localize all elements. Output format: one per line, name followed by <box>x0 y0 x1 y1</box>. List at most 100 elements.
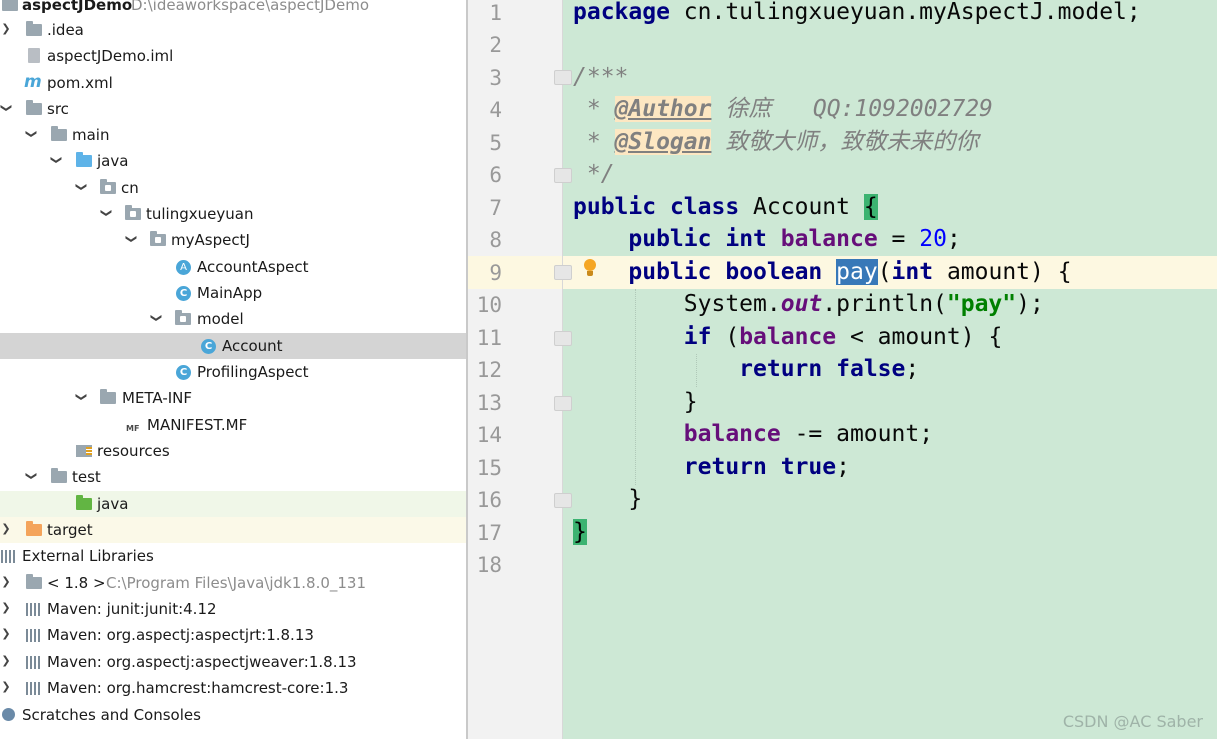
chevron-right-icon[interactable]: ❯ <box>0 654 12 668</box>
chevron-right-icon[interactable]: ❯ <box>0 575 12 589</box>
tree-row-resources[interactable]: resources <box>0 438 466 464</box>
chevron-right-icon[interactable]: ❯ <box>0 522 12 536</box>
chevron-down-icon[interactable]: ❯ <box>74 181 88 193</box>
line-number: 9 <box>489 261 502 285</box>
chevron-down-icon[interactable]: ❯ <box>74 391 88 403</box>
code-line-4: * @Author 徐庶 QQ:1092002729 <box>573 96 993 122</box>
tree-row-src[interactable]: ❯ src <box>0 96 466 122</box>
tree-item-label: target <box>47 521 93 539</box>
tree-item-label: myAspectJ <box>171 231 250 249</box>
line-number: 13 <box>476 391 502 415</box>
line-number: 16 <box>476 488 502 512</box>
folder-icon <box>51 468 67 483</box>
tree-row-myaspectj[interactable]: ❯ myAspectJ <box>0 227 466 253</box>
line-number: 18 <box>476 553 502 577</box>
code-line-11: if (balance < amount) { <box>683 324 1003 350</box>
tree-row-mainapp[interactable]: C MainApp <box>0 280 466 306</box>
iml-file-icon <box>28 48 40 63</box>
line-number: 3 <box>489 66 502 90</box>
tree-item-label: Maven: org.aspectj:aspectjweaver:1.8.13 <box>47 653 357 671</box>
excluded-folder-icon <box>26 521 42 536</box>
tree-item-label: tulingxueyuan <box>146 205 254 223</box>
chevron-down-icon[interactable]: ❯ <box>0 102 13 114</box>
fold-marker-icon[interactable] <box>554 168 572 183</box>
fold-marker-icon[interactable] <box>554 493 572 508</box>
tree-item-label: Account <box>222 337 283 355</box>
chevron-right-icon[interactable]: ❯ <box>0 601 12 615</box>
gutter-separator <box>562 0 563 739</box>
tree-row-meta-inf[interactable]: ❯ META-INF <box>0 385 466 411</box>
chevron-down-icon[interactable]: ❯ <box>24 128 38 140</box>
tree-item-label: aspectJDemo.iml <box>47 47 174 65</box>
tree-row-account[interactable]: C Account <box>0 333 466 359</box>
tree-item-label: META-INF <box>122 389 193 407</box>
tree-item-label: test <box>72 468 101 486</box>
code-line-6: */ <box>573 161 615 187</box>
watermark: CSDN @AC Saber <box>1062 712 1203 731</box>
tree-row-profilingaspect[interactable]: C ProfilingAspect <box>0 359 466 385</box>
chevron-down-icon[interactable]: ❯ <box>99 207 113 219</box>
code-line-13: } <box>683 389 698 415</box>
line-number: 1 <box>489 1 502 25</box>
chevron-down-icon[interactable]: ❯ <box>24 470 38 482</box>
tree-row-aspectjrt[interactable]: ❯ Maven: org.aspectj:aspectjrt:1.8.13 <box>0 622 466 648</box>
fold-marker-icon[interactable] <box>554 265 572 280</box>
code-line-12: return false; <box>739 356 920 382</box>
tree-item-label: main <box>72 126 110 144</box>
line-number: 17 <box>476 521 502 545</box>
chevron-down-icon[interactable]: ❯ <box>49 154 63 166</box>
fold-marker-icon[interactable] <box>554 396 572 411</box>
project-tool-window: aspectJDemo D:\ideaworkspace\aspectJDemo… <box>0 0 466 739</box>
tree-row-jdk[interactable]: ❯ < 1.8 > C:\Program Files\Java\jdk1.8.0… <box>0 570 466 596</box>
chevron-down-icon[interactable]: ❯ <box>124 233 138 245</box>
tree-row-iml[interactable]: aspectJDemo.iml <box>0 43 466 69</box>
tree-row-test[interactable]: ❯ test <box>0 464 466 490</box>
folder-icon <box>100 389 116 404</box>
line-number: 11 <box>476 326 502 350</box>
tree-row-aspectjweaver[interactable]: ❯ Maven: org.aspectj:aspectjweaver:1.8.1… <box>0 649 466 675</box>
line-number: 4 <box>489 98 502 122</box>
tree-row-java[interactable]: ❯ java <box>0 148 466 174</box>
tree-item-label: src <box>47 100 69 118</box>
tree-item-label: ProfilingAspect <box>197 363 309 381</box>
test-source-folder-icon <box>76 495 92 510</box>
tree-row-accountaspect[interactable]: A AccountAspect <box>0 254 466 280</box>
tree-row-scratches[interactable]: Scratches and Consoles <box>0 702 466 728</box>
tree-row-test-java[interactable]: java <box>0 491 466 517</box>
tree-item-label: .idea <box>47 21 84 39</box>
tree-row-junit[interactable]: ❯ Maven: junit:junit:4.12 <box>0 596 466 622</box>
fold-marker-icon[interactable] <box>554 70 572 85</box>
tree-row-pom[interactable]: m pom.xml <box>0 70 466 96</box>
tree-row-main[interactable]: ❯ main <box>0 122 466 148</box>
tree-row-external-libraries[interactable]: External Libraries <box>0 543 466 569</box>
tree-row-hamcrest[interactable]: ❯ Maven: org.hamcrest:hamcrest-core:1.3 <box>0 675 466 701</box>
folder-icon <box>26 21 42 36</box>
tree-item-label: cn <box>121 179 139 197</box>
line-number: 8 <box>489 228 502 252</box>
chevron-down-icon[interactable]: ❯ <box>149 312 163 324</box>
tree-row-manifest[interactable]: MF MANIFEST.MF <box>0 412 466 438</box>
tree-row-cn[interactable]: ❯ cn <box>0 175 466 201</box>
library-icon <box>1 550 17 563</box>
project-root-name: aspectJDemo <box>22 0 133 14</box>
tree-item-label: Scratches and Consoles <box>22 706 201 724</box>
code-line-16: } <box>628 486 643 512</box>
library-icon <box>26 629 42 642</box>
library-icon <box>26 682 42 695</box>
line-number: 5 <box>489 131 502 155</box>
chevron-right-icon[interactable]: ❯ <box>0 627 12 641</box>
tree-row-model[interactable]: ❯ model <box>0 306 466 332</box>
chevron-right-icon[interactable]: ❯ <box>0 680 12 694</box>
folder-icon <box>51 126 67 141</box>
code-editor[interactable]: 1 2 3 4 5 6 7 8 9 10 11 12 13 14 15 16 1… <box>468 0 1217 739</box>
tree-row-root[interactable]: aspectJDemo D:\ideaworkspace\aspectJDemo <box>0 0 466 18</box>
tree-row-idea[interactable]: ❯ .idea <box>0 17 466 43</box>
chevron-right-icon[interactable]: ❯ <box>0 22 12 36</box>
tree-row-target[interactable]: ❯ target <box>0 517 466 543</box>
tree-item-label: Maven: org.hamcrest:hamcrest-core:1.3 <box>47 679 349 697</box>
fold-marker-icon[interactable] <box>554 331 572 346</box>
module-folder-icon <box>2 0 18 11</box>
tree-row-tulingxueyuan[interactable]: ❯ tulingxueyuan <box>0 201 466 227</box>
line-number: 14 <box>476 423 502 447</box>
runnable-class-icon: C <box>176 286 191 301</box>
